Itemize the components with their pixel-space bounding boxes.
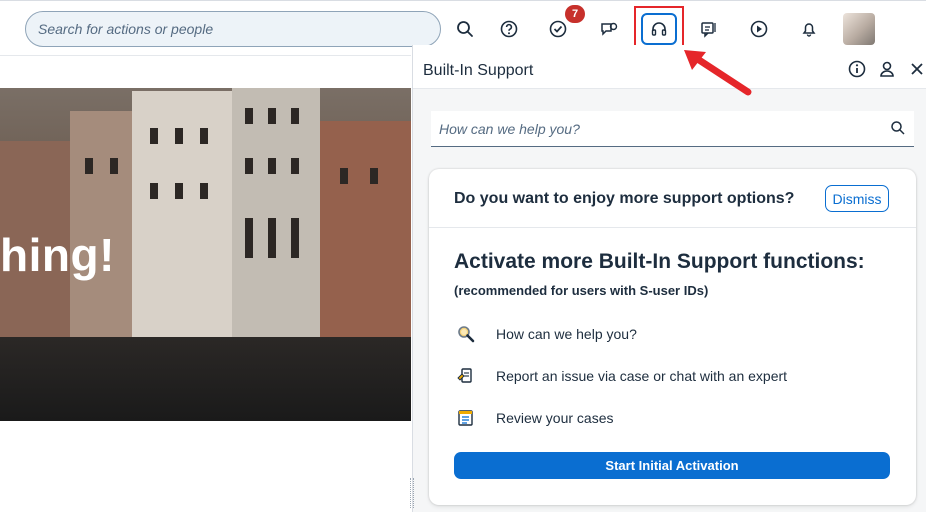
resize-grip[interactable] <box>410 478 414 508</box>
feature-item: Review your cases <box>454 406 614 430</box>
feature-item: How can we help you? <box>454 322 637 346</box>
help-search-input[interactable] <box>439 120 879 137</box>
card-title: Activate more Built-In Support functions… <box>454 250 865 273</box>
panel-header: Built-In Support <box>413 45 926 89</box>
play-icon[interactable] <box>747 15 771 43</box>
card-question: Do you want to enjoy more support option… <box>454 190 795 207</box>
content-divider <box>0 55 411 56</box>
global-search[interactable] <box>25 11 441 47</box>
feature-label: Report an issue via case or chat with an… <box>496 368 788 384</box>
hero-image: hing! <box>0 88 411 421</box>
chat-icon[interactable] <box>597 15 621 43</box>
canal-water <box>0 337 411 421</box>
magnifier-icon <box>454 322 478 346</box>
building <box>320 121 411 341</box>
info-icon[interactable] <box>847 59 867 79</box>
panel-title: Built-In Support <box>423 62 534 79</box>
help-search[interactable] <box>431 111 914 147</box>
dismiss-button[interactable]: Dismiss <box>825 185 889 212</box>
cases-list-icon <box>454 406 478 430</box>
feature-item: Report an issue via case or chat with an… <box>454 364 787 388</box>
search-icon[interactable] <box>890 120 906 136</box>
avatar[interactable] <box>843 13 875 45</box>
start-activation-button[interactable]: Start Initial Activation <box>454 452 890 479</box>
feature-label: Review your cases <box>496 410 614 426</box>
building <box>232 88 320 341</box>
activation-card: Do you want to enjoy more support option… <box>429 169 916 505</box>
close-icon[interactable] <box>907 59 926 79</box>
support-button[interactable] <box>641 13 677 45</box>
bell-icon[interactable] <box>797 15 821 43</box>
building <box>70 111 132 341</box>
card-divider <box>429 227 916 228</box>
report-issue-icon <box>454 364 478 388</box>
hero-text: hing! <box>0 229 115 281</box>
global-search-input[interactable] <box>38 21 440 37</box>
support-panel: Built-In Support Do you want to enjoy mo… <box>412 45 926 512</box>
feedback-icon[interactable] <box>697 15 721 43</box>
help-icon[interactable] <box>497 15 521 43</box>
headset-icon <box>651 22 667 36</box>
card-subtitle: (recommended for users with S-user IDs) <box>454 283 709 298</box>
feature-label: How can we help you? <box>496 326 637 342</box>
annotation-arrow-icon <box>684 50 752 96</box>
user-icon[interactable] <box>877 59 897 79</box>
notification-badge: 7 <box>565 5 585 23</box>
search-icon[interactable] <box>453 15 477 43</box>
